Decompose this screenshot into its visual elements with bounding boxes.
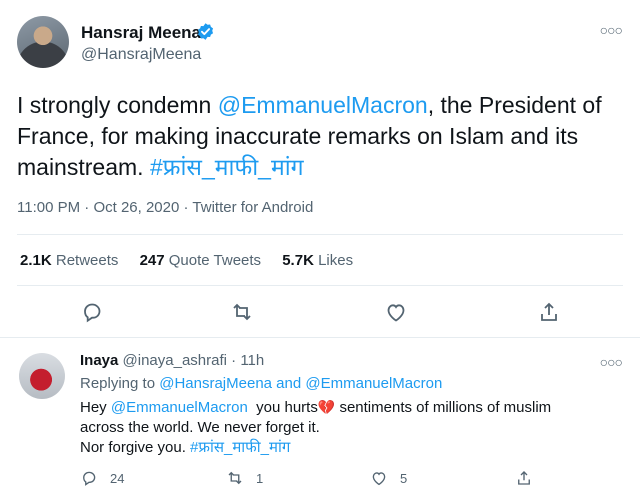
broken-heart-emoji: 💔 <box>317 399 336 415</box>
replying-to-user[interactable]: @EmmanuelMacron <box>305 375 442 392</box>
reply-author-handle[interactable]: @inaya_ashrafi <box>123 352 227 369</box>
quote-count: 247 <box>139 252 165 269</box>
reply-text-part: you hurts <box>247 399 318 416</box>
mention-link[interactable]: @EmmanuelMacron <box>111 399 248 416</box>
reply-actions: 24 1 5 <box>0 468 640 490</box>
reply-author-avatar[interactable] <box>19 353 65 399</box>
retweets-stat[interactable]: 2.1K Retweets <box>20 252 118 269</box>
like-count: 5 <box>400 470 408 486</box>
more-options-icon[interactable]: ○○○ <box>600 22 623 38</box>
tweet-time[interactable]: 11:00 PM <box>17 199 80 216</box>
author-handle[interactable]: @HansrajMeena <box>81 46 201 64</box>
tweet-text-part: I strongly condemn <box>17 92 218 118</box>
tweet-text: I strongly condemn @EmmanuelMacron, the … <box>17 90 627 183</box>
reply-action[interactable]: 24 <box>80 468 124 488</box>
reply-author-name[interactable]: Inaya <box>80 352 118 369</box>
reply-text-part: Hey <box>80 399 111 416</box>
likes-stat[interactable]: 5.7K Likes <box>282 252 353 269</box>
reply-header: Inaya @inaya_ashrafi · 11h <box>80 352 264 369</box>
mention-link[interactable]: @EmmanuelMacron <box>218 92 428 118</box>
replying-to: Replying to @HansrajMeena and @EmmanuelM… <box>80 375 442 392</box>
quote-tweets-stat[interactable]: 247 Quote Tweets <box>140 252 261 269</box>
tweet-date[interactable]: Oct 26, 2020 <box>93 199 179 216</box>
reply-icon[interactable] <box>80 300 104 324</box>
heart-icon <box>372 472 386 486</box>
retweets-count: 2.1K <box>20 252 52 269</box>
retweet-icon[interactable] <box>230 300 254 324</box>
heart-icon[interactable] <box>384 300 408 324</box>
replying-and: and <box>276 375 302 392</box>
reply-text-part: sentiments of millions of muslim <box>335 399 552 416</box>
like-action[interactable]: 5 <box>370 468 407 488</box>
retweets-label: Retweets <box>55 252 119 269</box>
separator-dot: · <box>226 352 241 369</box>
likes-count: 5.7K <box>282 252 314 269</box>
hashtag-link[interactable]: #फ्रांस_माफी_मांग <box>190 439 290 456</box>
replying-to-label: Replying to <box>80 375 156 392</box>
author-avatar[interactable] <box>17 16 69 68</box>
tweet-source[interactable]: Twitter for Android <box>192 199 313 216</box>
share-icon <box>518 471 530 485</box>
tweet-meta: 11:00 PM · Oct 26, 2020 · Twitter for An… <box>17 199 314 216</box>
author-name[interactable]: Hansraj Meena <box>81 23 201 43</box>
reply-text-part: across the world. We never forget it. <box>80 419 320 436</box>
divider <box>17 285 623 286</box>
replying-to-user[interactable]: @HansrajMeena <box>159 375 272 392</box>
retweet-action[interactable]: 1 <box>226 468 263 488</box>
more-options-icon[interactable]: ○○○ <box>600 354 623 370</box>
reply-icon <box>83 471 96 486</box>
reply-age[interactable]: 11h <box>240 352 264 369</box>
engagement-stats: 2.1K Retweets 247 Quote Tweets 5.7K Like… <box>20 252 370 269</box>
retweet-count: 1 <box>256 470 264 486</box>
hashtag-link[interactable]: #फ्रांस_माफी_मांग <box>150 154 304 180</box>
share-icon[interactable] <box>537 300 561 324</box>
likes-label: Likes <box>318 252 354 269</box>
verified-badge-icon <box>197 23 214 40</box>
quote-label: Quote Tweets <box>168 252 262 269</box>
retweet-icon <box>228 471 242 485</box>
reply-text: Hey @EmmanuelMacron you hurts💔 sentiment… <box>80 397 610 458</box>
reply-text-part: Nor forgive you. <box>80 439 191 456</box>
reply-count: 24 <box>110 470 125 486</box>
divider <box>0 337 640 338</box>
tweet-actions <box>0 300 640 326</box>
share-action[interactable] <box>515 468 533 488</box>
divider <box>17 234 623 235</box>
